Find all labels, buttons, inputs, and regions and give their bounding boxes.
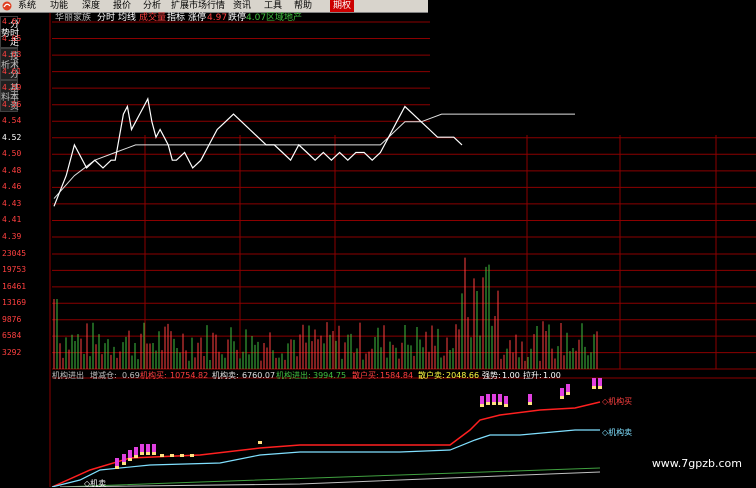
strength-marker-base xyxy=(598,386,602,389)
limit-down-value: 4.07 xyxy=(246,13,267,23)
price-tick-label: 4.52 xyxy=(2,132,22,142)
strength-marker-base xyxy=(486,402,490,405)
mode-avg[interactable]: 均线 xyxy=(118,13,136,23)
strength-marker-base xyxy=(480,404,484,407)
strength-marker-base xyxy=(152,452,156,455)
ind-p6: 2048.66 xyxy=(446,371,480,380)
strength-marker-base xyxy=(528,402,532,405)
strength-marker xyxy=(115,458,119,466)
volume-tick-label: 9876 xyxy=(2,314,22,324)
price-tick-label: 4.43 xyxy=(2,198,22,208)
ind-p8: 1.00 xyxy=(543,371,561,380)
volume-tick-label: 3292 xyxy=(2,347,22,357)
strength-marker-base xyxy=(498,402,502,405)
ind-p5: 1584.84 xyxy=(380,371,414,380)
price-tick-label: 4.50 xyxy=(2,149,22,159)
limit-up-value: 4.97 xyxy=(207,13,228,23)
ind-p7: 1.00 xyxy=(502,371,520,380)
yellow-marker xyxy=(190,454,194,457)
yellow-marker xyxy=(170,454,174,457)
ind-p3-label: 机构卖: xyxy=(212,371,239,380)
strength-marker xyxy=(480,396,484,404)
price-tick-label: 4.41 xyxy=(2,215,22,225)
strength-marker xyxy=(504,396,508,404)
avg-price-line xyxy=(53,113,575,199)
sell-line-label-text: 机构卖 xyxy=(608,428,633,437)
strength-marker xyxy=(560,388,564,396)
strength-marker xyxy=(140,444,144,452)
mode-volume[interactable]: 成交量 xyxy=(139,13,166,23)
price-tick-label: 4.39 xyxy=(2,232,22,241)
volume-tick-label: 16461 xyxy=(2,281,27,291)
indicator-name: 机构进出 xyxy=(52,371,84,380)
ind-p7-label: 强势: xyxy=(482,371,501,380)
yellow-marker xyxy=(160,454,164,457)
strength-marker-base xyxy=(134,455,138,458)
strength-marker xyxy=(592,378,596,386)
price-tick-label: 4.67 xyxy=(2,17,22,26)
retail-line xyxy=(59,467,601,487)
price-tick-label: 4.46 xyxy=(2,182,22,192)
volume-tick-label: 6584 xyxy=(2,331,22,341)
strength-marker xyxy=(134,447,138,455)
price-tick-label: 4.54 xyxy=(2,116,22,126)
strength-marker-base xyxy=(115,466,119,469)
stock-name: 华丽家族 xyxy=(55,13,92,23)
ind-p2-label: 机构买: xyxy=(140,371,167,380)
yellow-marker xyxy=(258,441,262,444)
sector-label: 区域地产 xyxy=(266,13,303,23)
strength-marker-base xyxy=(140,452,144,455)
price-tick-label: 4.48 xyxy=(2,165,22,175)
strength-marker-base xyxy=(592,386,596,389)
ind-p4: 3994.75 xyxy=(313,371,347,380)
strength-marker xyxy=(566,384,570,392)
strength-marker-base xyxy=(492,402,496,405)
strength-marker xyxy=(146,444,150,452)
strength-marker xyxy=(498,394,502,402)
ind-p1-label: 增减仓: xyxy=(90,371,117,380)
strength-marker-base xyxy=(122,462,126,465)
ind-p8-label: 拉升: xyxy=(523,371,542,380)
mode-indicator[interactable]: 指标 xyxy=(167,13,185,23)
yellow-marker xyxy=(180,454,184,457)
chart-area xyxy=(49,13,756,487)
price-tick-label: 4.63 xyxy=(2,50,22,60)
strength-marker xyxy=(528,394,532,402)
sell-line-label: ◇机构卖 xyxy=(602,428,632,437)
strength-marker xyxy=(122,454,126,462)
strength-marker xyxy=(486,394,490,402)
buy-line-label-text: 机构买 xyxy=(608,397,633,406)
limit-down-label: 跌停 xyxy=(228,13,247,23)
strength-marker xyxy=(598,378,602,386)
inst-buy-line xyxy=(51,401,601,487)
ind-p4-label: 机构进出: xyxy=(276,371,311,380)
strength-marker xyxy=(128,450,132,458)
volume-tick-label: 19753 xyxy=(2,265,27,275)
volume-tick-label: 23045 xyxy=(2,249,27,258)
ind-p3: 6760.07 xyxy=(242,371,276,380)
strength-marker-base xyxy=(560,396,564,399)
volume-tick-label: 13169 xyxy=(2,298,27,308)
strength-marker xyxy=(152,444,156,452)
retail-sell-line xyxy=(59,471,601,487)
strength-marker-base xyxy=(128,458,132,461)
buy-line-label: ◇机构买 xyxy=(602,397,632,406)
strength-marker-base xyxy=(566,392,570,395)
price-tick-label: 4.59 xyxy=(2,83,22,93)
price-tick-label: 4.56 xyxy=(2,99,22,109)
limit-up-label: 涨停 xyxy=(188,13,207,23)
ind-p1: 0.69 xyxy=(122,371,140,380)
price-tick-label: 4.65 xyxy=(2,33,22,43)
ind-p2: 10754.82 xyxy=(170,371,209,380)
mode-intraday[interactable]: 分时 xyxy=(97,13,115,23)
watermark: www.7gpzb.com xyxy=(651,457,742,470)
strength-marker-base xyxy=(146,452,150,455)
strength-marker xyxy=(492,394,496,402)
ind-p6-label: 散户卖: xyxy=(418,371,445,380)
strength-marker-base xyxy=(504,404,508,407)
ind-p5-label: 散户买: xyxy=(352,371,379,380)
price-tick-label: 4.61 xyxy=(2,66,22,76)
